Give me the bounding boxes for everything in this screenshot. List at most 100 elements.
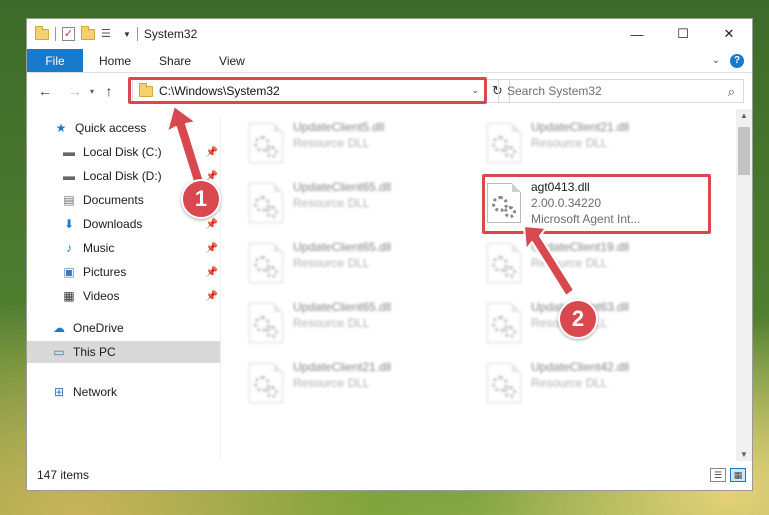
- drive-icon: ▬: [63, 169, 75, 183]
- file-item[interactable]: UpdateClient21.dll Resource DLL: [249, 359, 479, 411]
- dll-file-icon: [249, 123, 283, 163]
- tab-share[interactable]: Share: [145, 49, 205, 72]
- sidebar-item-pictures[interactable]: ▣ Pictures 📌: [27, 261, 220, 283]
- pin-icon[interactable]: 📌: [206, 147, 218, 158]
- dll-file-icon: [249, 183, 283, 223]
- dll-file-icon: [249, 303, 283, 343]
- pin-icon[interactable]: 📌: [206, 219, 218, 230]
- tiles-view-icon[interactable]: ▦: [730, 468, 746, 482]
- dll-file-icon: [249, 243, 283, 283]
- ribbon-right-controls: ⌄ ?: [712, 49, 752, 72]
- scroll-thumb[interactable]: [738, 127, 750, 175]
- window-controls: — ☐ ✕: [614, 19, 752, 49]
- up-arrow-icon[interactable]: ↑: [99, 83, 119, 99]
- sidebar-item-network[interactable]: ⊞ Network: [27, 381, 220, 403]
- sidebar-item-label: Downloads: [83, 217, 143, 231]
- file-name: UpdateClient5.dll: [293, 120, 385, 134]
- back-arrow-icon[interactable]: ←: [35, 83, 55, 99]
- customize-toolbar-icon[interactable]: ☰: [101, 27, 117, 41]
- pin-icon[interactable]: 📌: [206, 267, 218, 278]
- new-folder-icon[interactable]: [81, 25, 95, 40]
- cloud-icon: ☁: [53, 321, 65, 335]
- network-icon: ⊞: [53, 385, 65, 399]
- details-view-icon[interactable]: ☰: [710, 468, 726, 482]
- file-item[interactable]: UpdateClient19.dll Resource DLL: [487, 239, 717, 291]
- sidebar-item-videos[interactable]: ▦ Videos 📌: [27, 285, 220, 307]
- forward-arrow-icon[interactable]: →: [65, 83, 85, 99]
- sidebar-item-label: Documents: [83, 193, 144, 207]
- documents-icon: ▤: [63, 193, 75, 207]
- sidebar-item-label: Network: [73, 385, 118, 399]
- computer-icon: ▭: [53, 345, 65, 359]
- sidebar-item-label: Local Disk (D:): [83, 169, 162, 183]
- vertical-scrollbar[interactable]: ▲ ▼: [736, 109, 752, 461]
- search-input[interactable]: Search System32 ⌕: [498, 79, 744, 103]
- properties-check-icon[interactable]: ✓: [62, 27, 75, 41]
- toolbar-divider: [136, 27, 138, 41]
- chevron-down-icon[interactable]: ⌄: [712, 55, 720, 66]
- file-name: UpdateClient21.dll: [531, 120, 630, 134]
- file-description: Resource DLL: [293, 256, 370, 270]
- file-item[interactable]: UpdateClient65.dll Resource DLL: [249, 179, 479, 231]
- file-list: UpdateClient5.dll Resource DLL UpdateClie…: [221, 109, 737, 461]
- maximize-button[interactable]: ☐: [660, 19, 706, 49]
- chevron-down-icon[interactable]: ▼: [123, 30, 131, 39]
- window-title: System32: [143, 27, 198, 41]
- recent-locations-icon[interactable]: ▾: [85, 87, 99, 96]
- ribbon-tabs: File Home Share View ⌄ ?: [27, 49, 752, 73]
- sidebar-item-quick-access[interactable]: ★ Quick access: [27, 117, 220, 139]
- file-name: UpdateClient42.dll: [531, 360, 630, 374]
- file-name: UpdateClient65.dll: [293, 240, 392, 254]
- sidebar-item-label: Pictures: [83, 265, 127, 279]
- toolbar-divider: [55, 27, 56, 41]
- dll-file-icon: [487, 123, 521, 163]
- view-toggle: ☰ ▦: [710, 468, 746, 482]
- scroll-down-icon[interactable]: ▼: [736, 450, 752, 459]
- download-icon: ⬇: [63, 217, 75, 231]
- address-bar-highlight: [128, 77, 487, 104]
- file-description: Resource DLL: [531, 136, 608, 150]
- sidebar-item-label: This PC: [73, 345, 116, 359]
- folder-icon: [35, 25, 49, 40]
- file-description: Resource DLL: [531, 256, 608, 270]
- minimize-button[interactable]: —: [614, 19, 660, 49]
- pin-icon[interactable]: 📌: [206, 291, 218, 302]
- sidebar-item-label: Local Disk (C:): [83, 145, 162, 159]
- file-description: Resource DLL: [293, 136, 370, 150]
- dll-file-icon: [487, 303, 521, 343]
- scroll-up-icon[interactable]: ▲: [736, 111, 752, 120]
- sidebar-item-onedrive[interactable]: ☁ OneDrive: [27, 317, 220, 339]
- step-1-badge: 1: [181, 179, 221, 219]
- file-name: UpdateClient65.dll: [293, 300, 392, 314]
- file-item[interactable]: UpdateClient65.dll Resource DLL: [249, 299, 479, 351]
- pin-icon[interactable]: 📌: [206, 243, 218, 254]
- dll-file-icon: [487, 363, 521, 403]
- file-name: UpdateClient19.dll: [531, 240, 630, 254]
- quick-access-toolbar: ✓ ☰ ▼: [27, 25, 138, 41]
- file-item[interactable]: UpdateClient63.dllResource DLL: [487, 299, 717, 351]
- tab-file[interactable]: File: [27, 49, 83, 72]
- sidebar-item-label: Music: [83, 241, 115, 255]
- file-item[interactable]: UpdateClient5.dll Resource DLL: [249, 119, 479, 171]
- file-item[interactable]: UpdateClient42.dll Resource DLL: [487, 359, 717, 411]
- pictures-icon: ▣: [63, 265, 75, 279]
- tab-home[interactable]: Home: [83, 49, 145, 72]
- file-description: Resource DLL: [293, 316, 370, 330]
- item-count: 147 items: [37, 468, 90, 482]
- status-bar: 147 items ☰ ▦: [27, 461, 752, 489]
- file-description: Resource DLL: [293, 196, 370, 210]
- sidebar-item-local-disk-c[interactable]: ▬ Local Disk (C:) 📌: [27, 141, 220, 163]
- close-button[interactable]: ✕: [706, 19, 752, 49]
- sidebar-item-music[interactable]: ♪ Music 📌: [27, 237, 220, 259]
- navigation-pane: ★ Quick access ▬ Local Disk (C:) 📌 ▬ Loc…: [27, 115, 220, 455]
- videos-icon: ▦: [63, 289, 75, 303]
- file-name: UpdateClient65.dll: [293, 180, 392, 194]
- search-placeholder: Search System32: [507, 84, 602, 98]
- file-item[interactable]: UpdateClient65.dll Resource DLL: [249, 239, 479, 291]
- help-icon[interactable]: ?: [730, 53, 744, 68]
- search-icon[interactable]: ⌕: [728, 84, 735, 100]
- file-highlight: [482, 174, 711, 234]
- file-item[interactable]: UpdateClient21.dll Resource DLL: [487, 119, 717, 171]
- tab-view[interactable]: View: [205, 49, 259, 72]
- sidebar-item-this-pc[interactable]: ▭ This PC: [27, 341, 220, 363]
